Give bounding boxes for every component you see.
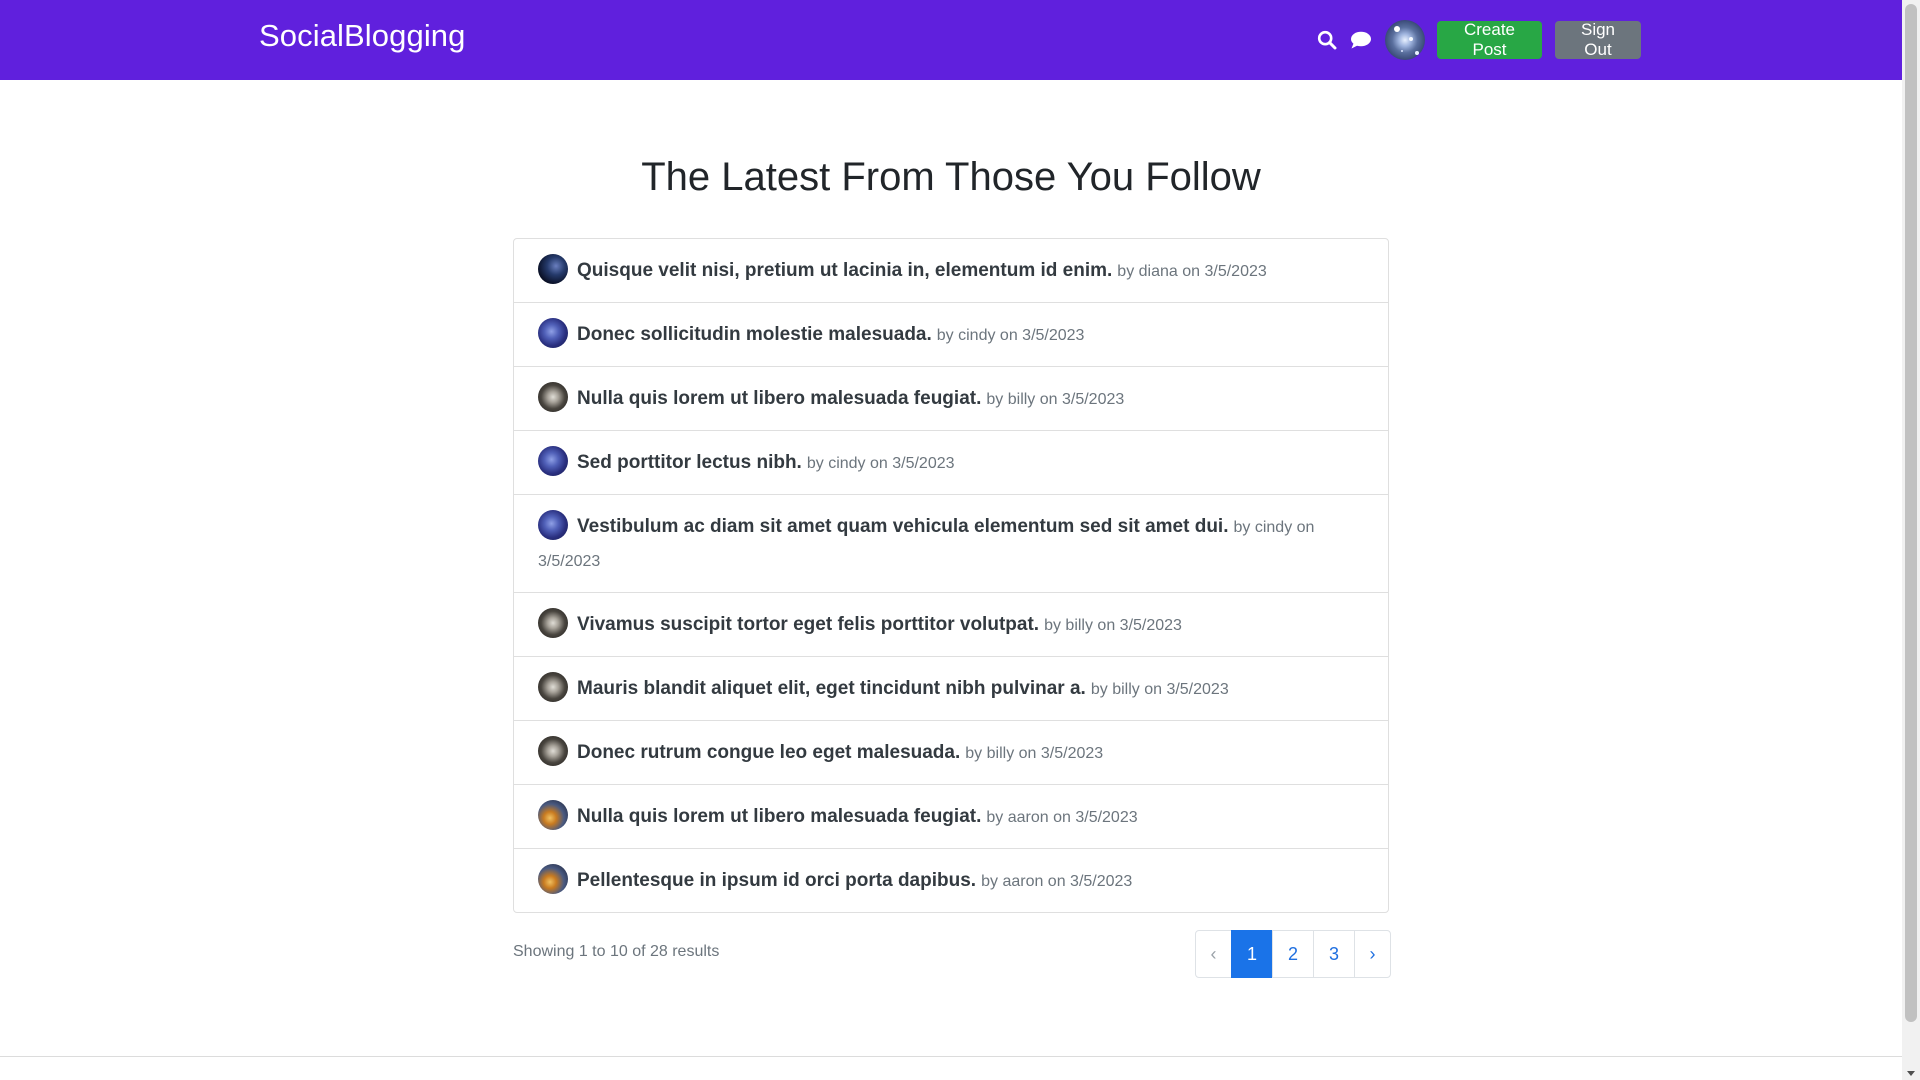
list-item[interactable]: Mauris blandit aliquet elit, eget tincid…	[514, 657, 1388, 721]
pagination-page-2[interactable]: 2	[1272, 930, 1314, 978]
post-meta: by aaron on 3/5/2023	[981, 873, 1133, 890]
post-meta: by billy on 3/5/2023	[965, 745, 1104, 762]
post-meta: by billy on 3/5/2023	[1044, 617, 1182, 634]
scroll-down-arrow-icon[interactable]	[1907, 1071, 1915, 1076]
top-navbar: SocialBlogging Create Post Sign Out	[0, 0, 1902, 80]
post-meta: by billy on 3/5/2023	[986, 391, 1125, 408]
user-avatar[interactable]	[1385, 20, 1425, 60]
post-meta: by billy on 3/5/2023	[1090, 681, 1229, 698]
navbar-actions: Create Post Sign Out	[1315, 20, 1641, 60]
list-item[interactable]: Nulla quis lorem ut libero malesuada feu…	[514, 367, 1388, 431]
post-title-link[interactable]: Nulla quis lorem ut libero malesuada feu…	[577, 388, 981, 409]
list-item[interactable]: Pellentesque in ipsum id orci porta dapi…	[514, 849, 1388, 912]
list-item[interactable]: Donec sollicitudin molestie malesuada. b…	[514, 303, 1388, 367]
post-title-link[interactable]: Nulla quis lorem ut libero malesuada feu…	[577, 806, 981, 827]
author-avatar	[538, 736, 568, 766]
list-item[interactable]: Vivamus suscipit tortor eget felis portt…	[514, 593, 1388, 657]
page-title: The Latest From Those You Follow	[641, 155, 1261, 199]
pagination-next-button[interactable]: ›	[1354, 930, 1391, 978]
post-title-link[interactable]: Pellentesque in ipsum id orci porta dapi…	[577, 870, 976, 891]
post-title-link[interactable]: Vivamus suscipit tortor eget felis portt…	[577, 614, 1039, 635]
post-meta: by aaron on 3/5/2023	[986, 809, 1138, 826]
search-icon[interactable]	[1315, 28, 1339, 52]
list-item[interactable]: Vestibulum ac diam sit amet quam vehicul…	[514, 495, 1388, 593]
post-title-link[interactable]: Donec sollicitudin molestie malesuada.	[577, 324, 932, 345]
chat-icon[interactable]	[1349, 28, 1373, 52]
author-avatar	[538, 510, 568, 540]
post-title-link[interactable]: Mauris blandit aliquet elit, eget tincid…	[577, 678, 1086, 699]
author-avatar	[538, 446, 568, 476]
author-avatar	[538, 864, 568, 894]
author-avatar	[538, 318, 568, 348]
page: SocialBlogging Create Post Sign Out The …	[0, 0, 1902, 1080]
list-item[interactable]: Nulla quis lorem ut libero malesuada feu…	[514, 785, 1388, 849]
post-meta: by diana on 3/5/2023	[1117, 263, 1267, 280]
pagination: ‹ 1 2 3 ›	[1195, 930, 1391, 978]
brand-logo-link[interactable]: SocialBlogging	[259, 18, 466, 54]
post-meta: by cindy on 3/5/2023	[806, 455, 955, 472]
pagination-page-1[interactable]: 1	[1231, 930, 1273, 978]
post-title-link[interactable]: Donec rutrum congue leo eget malesuada.	[577, 742, 960, 763]
list-item[interactable]: Sed porttitor lectus nibh. by cindy on 3…	[514, 431, 1388, 495]
sign-out-button[interactable]: Sign Out	[1555, 20, 1641, 59]
author-avatar	[538, 800, 568, 830]
create-post-button[interactable]: Create Post	[1437, 20, 1542, 59]
author-avatar	[538, 608, 568, 638]
author-avatar	[538, 254, 568, 284]
author-avatar	[538, 672, 568, 702]
author-avatar	[538, 382, 568, 412]
list-item[interactable]: Quisque velit nisi, pretium ut lacinia i…	[514, 239, 1388, 303]
post-title-link[interactable]: Sed porttitor lectus nibh.	[577, 452, 802, 473]
post-title-link[interactable]: Quisque velit nisi, pretium ut lacinia i…	[577, 260, 1112, 281]
pagination-page-3[interactable]: 3	[1313, 930, 1355, 978]
footer-divider	[0, 1056, 1902, 1057]
list-item[interactable]: Donec rutrum congue leo eget malesuada. …	[514, 721, 1388, 785]
post-list: Quisque velit nisi, pretium ut lacinia i…	[513, 238, 1389, 913]
vertical-scrollbar[interactable]	[1902, 0, 1920, 1080]
pagination-prev-button[interactable]: ‹	[1195, 930, 1232, 978]
post-title-link[interactable]: Vestibulum ac diam sit amet quam vehicul…	[577, 516, 1228, 537]
post-meta: by cindy on 3/5/2023	[936, 327, 1085, 344]
results-summary: Showing 1 to 10 of 28 results	[513, 943, 720, 960]
scrollbar-thumb[interactable]	[1905, 4, 1917, 1022]
